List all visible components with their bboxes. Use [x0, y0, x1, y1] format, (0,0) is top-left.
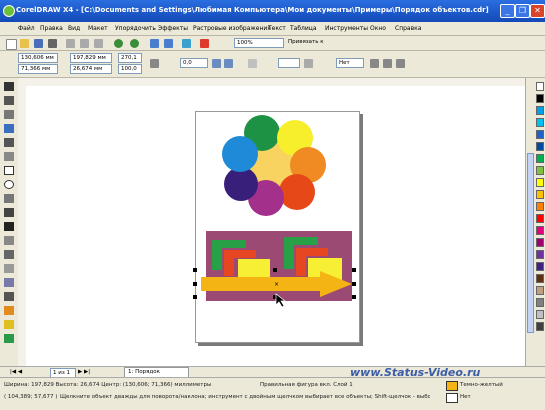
- palette-swatch[interactable]: [536, 166, 544, 175]
- palette-swatch[interactable]: [536, 202, 544, 211]
- status-hint: Щелкните объект дважды для поворота/накл…: [60, 394, 430, 400]
- palette-swatch[interactable]: [536, 130, 544, 139]
- page-nav-buttons[interactable]: |◀ ◀: [8, 368, 50, 376]
- palette-swatch[interactable]: [536, 214, 544, 223]
- status-object-info: Ширина: 197,829 Высота: 26,674 Центр: (1…: [4, 382, 212, 388]
- palette-swatch[interactable]: [536, 190, 544, 199]
- palette-swatch[interactable]: [536, 250, 544, 259]
- palette-swatch[interactable]: [536, 298, 544, 307]
- palette-swatch[interactable]: [536, 238, 544, 247]
- status-bar: Ширина: 197,829 Высота: 26,674 Центр: (1…: [0, 377, 545, 410]
- color-palette: [534, 78, 545, 366]
- palette-swatch[interactable]: [536, 82, 544, 91]
- palette-swatch[interactable]: [536, 94, 544, 103]
- vertical-scroll-thumb[interactable]: [527, 153, 534, 333]
- page-nav-forward-buttons[interactable]: ▶ ▶|: [76, 368, 118, 376]
- artwork: ×: [193, 115, 356, 308]
- palette-swatch[interactable]: [536, 142, 544, 151]
- outline-swatch: [446, 393, 458, 403]
- status-fill-label: Темно-желтый: [460, 382, 503, 388]
- status-outline-label: Нет: [460, 394, 471, 400]
- petal-blue[interactable]: [222, 136, 258, 172]
- status-layer-info: Правильная фигура вкл. Слой 1: [260, 382, 353, 388]
- palette-swatch[interactable]: [536, 106, 544, 115]
- palette-swatch[interactable]: [536, 274, 544, 283]
- palette-swatch[interactable]: [536, 310, 544, 319]
- palette-swatch[interactable]: [536, 286, 544, 295]
- palette-swatch[interactable]: [536, 118, 544, 127]
- palette-swatch[interactable]: [536, 178, 544, 187]
- petal-violet[interactable]: [224, 167, 258, 201]
- palette-swatch[interactable]: [536, 262, 544, 271]
- palette-swatch[interactable]: [536, 322, 544, 331]
- palette-swatch[interactable]: [536, 154, 544, 163]
- status-cursor-position: ( 104,389; 57,677 ): [4, 394, 58, 400]
- petal-red[interactable]: [279, 174, 315, 210]
- fill-swatch: [446, 381, 458, 391]
- palette-swatch[interactable]: [536, 226, 544, 235]
- center-mark-icon: ×: [274, 281, 279, 288]
